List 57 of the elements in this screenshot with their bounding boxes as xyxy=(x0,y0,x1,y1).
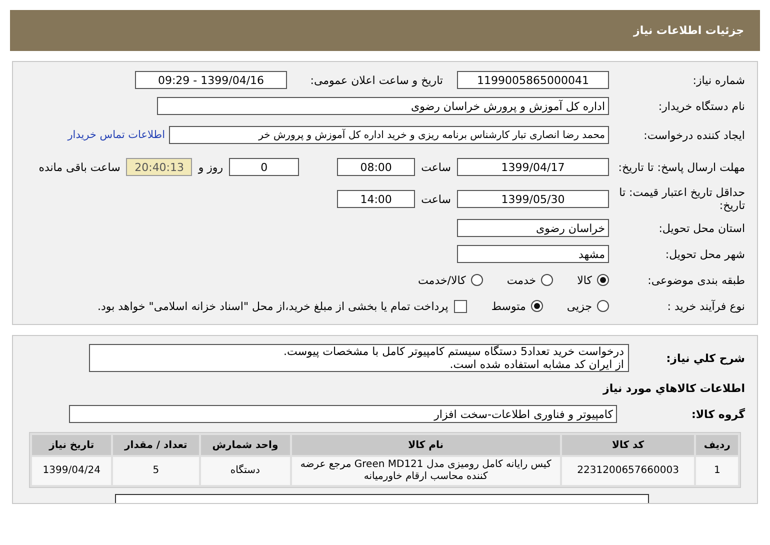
field-label: نوع فرآیند خرید : xyxy=(666,300,746,312)
section-title: اطلاعات کالاهاي مورد نياز xyxy=(603,382,746,394)
field-label: گروه کالا: xyxy=(690,408,746,420)
field-label: استان محل تحویل: xyxy=(658,222,746,234)
field-label: شماره نیاز: xyxy=(692,74,746,86)
table-cell: کیس رایانه کامل رومیزی مدل Green MD121 مرجع عرضه کننده محاسب ارقام خاورمیانه xyxy=(292,457,560,485)
description-text: درخواست خرید تعداد5 دستگاه سیستم کامپیوتر کامل با مشخصات پیوست. از ایران کد مشابه استفاده شده است. xyxy=(89,344,629,372)
remaining-time-field: 20:40:13 xyxy=(126,158,192,176)
buyer-field: اداره کل آموزش و پرورش خراسان رضوی xyxy=(157,97,609,115)
announce-date-field: 1399/04/16 - 09:29 xyxy=(135,71,287,89)
table-cell: 1399/04/24 xyxy=(32,457,112,485)
field-label: حداقل تاریخ اعتبار قیمت: تا تاریخ: xyxy=(618,186,746,212)
table-cell: دستگاه xyxy=(200,457,290,485)
creator-field: محمد رضا انصاری تبار کارشناس برنامه ریزی و خرید اداره کل آموزش و پرورش خر xyxy=(169,126,609,144)
table-cell: 1 xyxy=(696,457,738,485)
table-cell: 5 xyxy=(113,457,199,485)
field-label: طبقه بندی موضوعی: xyxy=(646,274,746,286)
column-header: واحد شمارش xyxy=(200,435,290,455)
deadline-date-field: 1399/04/17 xyxy=(457,158,609,176)
field-label: ایجاد کننده درخواست: xyxy=(642,128,746,142)
validity-time-field: 14:00 xyxy=(337,190,416,208)
radio-label: کالا xyxy=(577,274,592,286)
column-header: کد کالا xyxy=(562,435,694,455)
checkbox[interactable] xyxy=(454,300,468,312)
field-label: شرح کلي نياز: xyxy=(665,352,746,364)
radio-label: خدمت xyxy=(506,274,536,286)
province-field: خراسان رضوی xyxy=(457,219,609,237)
checkbox-label: پرداخت تمام یا بخشی از مبلغ خرید،از محل "اسناد خزانه اسلامی" خواهد بود. xyxy=(98,300,448,312)
radio-button[interactable] xyxy=(470,274,483,286)
field-label: شهر محل تحویل: xyxy=(664,248,746,260)
column-header: ردیف xyxy=(696,435,738,455)
buyer-contact-link[interactable]: اطلاعات تماس خریدار xyxy=(68,129,165,141)
days-label: روز و xyxy=(198,160,224,174)
radio-label: کالا/خدمت xyxy=(418,274,466,286)
goods-group-field: کامپیوتر و فناوری اطلاعات-سخت افزار xyxy=(69,405,617,423)
deadline-time-field: 08:00 xyxy=(337,158,416,176)
column-header: تعداد / مقدار xyxy=(113,435,199,455)
field-label: نام دستگاه خریدار: xyxy=(657,100,746,112)
need-number-field: 1199005865000041 xyxy=(457,71,609,89)
radio-button[interactable] xyxy=(541,274,554,286)
radio-label: جزیی xyxy=(566,300,592,312)
city-field: مشهد xyxy=(457,245,609,263)
time-label: ساعت xyxy=(421,160,451,174)
header-title: جزئیات اطلاعات نیاز xyxy=(634,24,744,37)
validity-date-field: 1399/05/30 xyxy=(457,190,609,208)
field-label: مهلت ارسال پاسخ: تا تاریخ: xyxy=(617,160,746,174)
days-field: 0 xyxy=(229,158,300,176)
radio-button[interactable] xyxy=(530,300,543,312)
time-label: ساعت xyxy=(421,192,451,206)
radio-label: متوسط xyxy=(491,300,526,312)
column-header: تاریخ نیاز xyxy=(32,435,112,455)
radio-button[interactable] xyxy=(597,300,609,312)
remaining-label: ساعت باقی مانده xyxy=(38,160,120,174)
field-label: تاریخ و ساعت اعلان عمومی: xyxy=(309,74,444,86)
column-header: نام کالا xyxy=(292,435,560,455)
table-cell: 2231200657660003 xyxy=(562,457,694,485)
radio-button[interactable] xyxy=(597,274,609,286)
